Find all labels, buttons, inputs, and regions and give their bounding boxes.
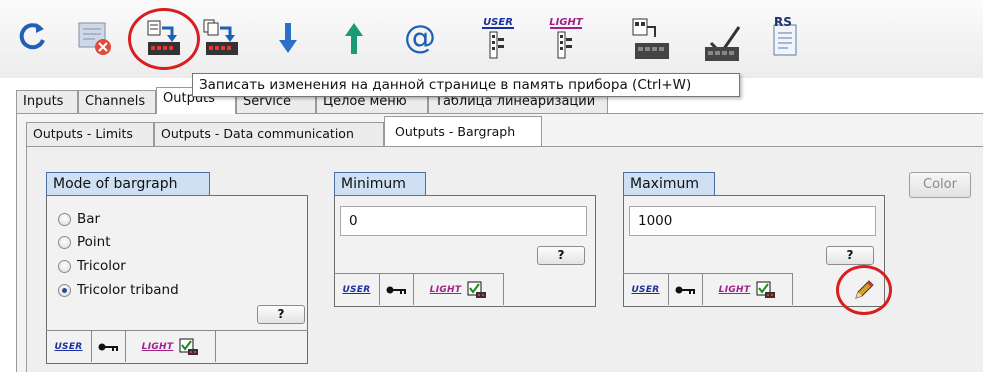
- radio-tricolor-indicator[interactable]: [58, 259, 71, 273]
- mode-user-label: USER: [54, 341, 83, 352]
- radio-bar-indicator[interactable]: [58, 212, 71, 226]
- mode-user-access[interactable]: USER: [46, 331, 92, 362]
- mode-of-bargraph-title: Mode of bargraph: [46, 172, 210, 196]
- refresh-icon[interactable]: [14, 18, 52, 56]
- tab-channels-label: Channels: [85, 94, 146, 109]
- maximum-user-label: USER: [631, 284, 660, 295]
- light-menu-icon[interactable]: LIGHT: [544, 14, 588, 62]
- subtab-outputs-data-communication[interactable]: Outputs - Data communication: [154, 122, 384, 146]
- color-button[interactable]: Color: [909, 172, 971, 198]
- minimum-help-button[interactable]: ?: [537, 246, 585, 265]
- svg-text:@: @: [404, 19, 436, 56]
- radio-point-label: Point: [77, 234, 111, 250]
- tab-inputs-label: Inputs: [23, 94, 64, 109]
- subtab-outputs-bargraph-label: Outputs - Bargraph: [395, 124, 516, 139]
- radio-tricolor-triband[interactable]: Tricolor triband: [58, 281, 179, 299]
- user-menu-icon[interactable]: USER: [476, 14, 520, 62]
- minimum-light-access[interactable]: LIGHT: [414, 274, 504, 305]
- maximum-access-strip: USER LIGHT: [623, 273, 793, 305]
- checklist-icon: [467, 281, 487, 298]
- radio-tricolor-triband-indicator[interactable]: [58, 283, 71, 297]
- tab-inputs[interactable]: Inputs: [16, 90, 78, 114]
- maximum-user-access[interactable]: USER: [623, 274, 669, 305]
- maximum-light-label: LIGHT: [718, 284, 751, 295]
- maximum-help-button[interactable]: ?: [826, 246, 874, 265]
- maximum-input[interactable]: 1000: [629, 206, 876, 236]
- upload-icon[interactable]: [336, 18, 372, 58]
- write-page-to-device-icon[interactable]: [142, 16, 186, 60]
- checklist-icon: [756, 281, 776, 298]
- key-icon[interactable]: [92, 331, 126, 362]
- subtab-outputs-data-communication-label: Outputs - Data communication: [161, 126, 354, 141]
- mode-light-label: LIGHT: [141, 341, 174, 352]
- radio-bar[interactable]: Bar: [58, 210, 100, 228]
- minimum-light-label: LIGHT: [429, 284, 462, 295]
- subtab-outputs-limits-label: Outputs - Limits: [33, 126, 133, 141]
- toolbar-light-label: LIGHT: [549, 17, 584, 28]
- rs-document-icon[interactable]: RS: [762, 14, 802, 62]
- minimum-access-strip: USER LIGHT: [334, 273, 504, 305]
- subtab-outputs-limits[interactable]: Outputs - Limits: [26, 122, 154, 146]
- subtab-outputs-bargraph[interactable]: Outputs - Bargraph: [384, 116, 542, 146]
- minimum-input[interactable]: 0: [340, 206, 587, 236]
- device-config-icon[interactable]: [628, 14, 676, 64]
- toolbar: @ USER LIGHT RS: [0, 0, 983, 78]
- tab-channels[interactable]: Channels: [78, 90, 156, 114]
- checklist-icon: [179, 338, 199, 355]
- radio-bar-label: Bar: [77, 211, 101, 227]
- write-all-to-device-icon[interactable]: [200, 16, 244, 60]
- email-icon[interactable]: @: [400, 18, 440, 58]
- mode-light-access[interactable]: LIGHT: [126, 331, 216, 362]
- minimum-title: Minimum: [334, 172, 426, 196]
- device-settings-icon[interactable]: [698, 20, 746, 64]
- key-icon[interactable]: [669, 274, 703, 305]
- maximum-light-access[interactable]: LIGHT: [703, 274, 793, 305]
- tooltip: Записать изменения на данной странице в …: [192, 73, 740, 97]
- mode-help-button[interactable]: ?: [257, 305, 305, 324]
- maximum-title: Maximum: [623, 172, 715, 196]
- radio-tricolor[interactable]: Tricolor: [58, 257, 126, 275]
- pencil-icon[interactable]: [850, 276, 878, 304]
- radio-tricolor-triband-label: Tricolor triband: [77, 282, 179, 298]
- discard-changes-icon[interactable]: [74, 18, 114, 58]
- radio-point[interactable]: Point: [58, 233, 111, 251]
- toolbar-user-label: USER: [483, 17, 513, 28]
- radio-point-indicator[interactable]: [58, 235, 71, 249]
- mode-access-strip: USER LIGHT: [46, 330, 308, 362]
- minimum-user-access[interactable]: USER: [334, 274, 380, 305]
- rs-label: RS: [774, 15, 792, 29]
- key-icon[interactable]: [380, 274, 414, 305]
- download-icon[interactable]: [270, 18, 306, 58]
- radio-tricolor-label: Tricolor: [77, 258, 126, 274]
- minimum-user-label: USER: [342, 284, 371, 295]
